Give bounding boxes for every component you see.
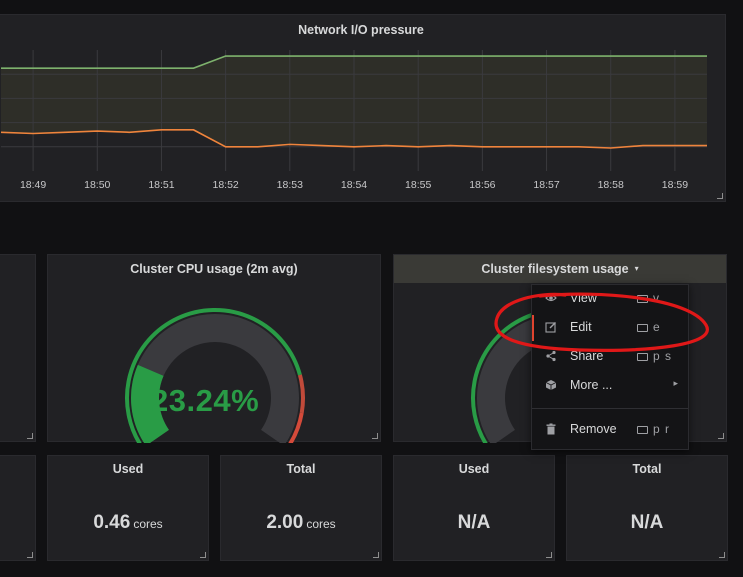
stat-value: 0.46 cores: [48, 512, 208, 534]
cpu-usage-panel: Cluster CPU usage (2m avg) 23.24%: [47, 254, 381, 443]
stat-panel-fs-used: Used N/A: [393, 455, 555, 561]
stat-title[interactable]: Total: [221, 462, 381, 476]
panel-resize-handle[interactable]: [546, 552, 552, 558]
chart-tick-label: 18:55: [405, 179, 431, 191]
shortcut-keys: e: [653, 320, 661, 334]
panel-resize-handle[interactable]: [200, 552, 206, 558]
stat-title[interactable]: Used: [48, 462, 208, 476]
menu-item-view[interactable]: View v: [532, 286, 688, 312]
menu-item-edit[interactable]: Edit e: [532, 315, 688, 341]
gauge-threshold-warn: [297, 374, 305, 414]
chart-tick-label: 18:54: [341, 179, 367, 191]
chart-tick-label: 18:59: [662, 179, 688, 191]
menu-item-share[interactable]: Share p s: [532, 344, 688, 370]
edit-icon: [545, 322, 556, 333]
menu-item-label: Edit: [570, 320, 592, 334]
eye-icon: [545, 294, 557, 302]
keyboard-icon: [637, 426, 648, 434]
stat-panel-cpu-total: Total 2.00 cores: [220, 455, 382, 561]
chart-tick-label: 18:58: [598, 179, 624, 191]
panel-resize-handle[interactable]: [27, 552, 33, 558]
menu-item-more[interactable]: More ... ▸: [532, 373, 688, 399]
panel-resize-handle[interactable]: [717, 193, 723, 199]
cpu-gauge-value: 23.24%: [151, 383, 260, 418]
menu-item-label: View: [570, 291, 597, 305]
stat-number: N/A: [457, 512, 491, 533]
stat-unit: cores: [306, 517, 336, 531]
stat-unit: cores: [133, 517, 163, 531]
chart-tick-label: 18:57: [533, 179, 559, 191]
menu-item-shortcut: p s: [637, 349, 672, 363]
keyboard-icon: [637, 324, 648, 332]
panel-resize-handle[interactable]: [373, 552, 379, 558]
network-io-chart[interactable]: 18:49 18:50 18:51 18:52 18:53 18:54 18:55 18:56…: [1, 45, 707, 195]
stat-number: 2.00: [266, 512, 304, 533]
menu-item-shortcut: v: [637, 291, 660, 305]
network-io-title[interactable]: Network I/O pressure: [0, 23, 725, 37]
shortcut-keys: v: [653, 291, 660, 305]
keyboard-icon: [637, 295, 648, 303]
chart-tick-label: 18:52: [212, 179, 238, 191]
chart-tick-label: 18:51: [148, 179, 174, 191]
stat-title[interactable]: Used: [394, 462, 554, 476]
menu-item-highlight-bar: [532, 315, 534, 341]
chevron-right-icon: ▸: [673, 378, 678, 388]
stat-value: 2.00 cores: [221, 512, 381, 534]
network-io-panel: Network I/O pressure 18:49 18:50 18:51 18:5…: [0, 14, 726, 202]
panel-context-menu: View v Edit e Share p s More ... ▸ Remov…: [531, 284, 689, 450]
stat-panel-cpu-used: Used 0.46 cores: [47, 455, 209, 561]
stat-panel-fs-total: Total N/A: [566, 455, 728, 561]
panel-resize-handle[interactable]: [27, 433, 33, 439]
stat-number: 0.46: [93, 512, 131, 533]
panel-resize-handle[interactable]: [719, 552, 725, 558]
chart-tick-label: 18:50: [84, 179, 110, 191]
share-icon: [546, 350, 556, 362]
menu-divider: [532, 408, 688, 409]
menu-item-label: Share: [570, 349, 604, 363]
stat-value: N/A: [567, 512, 727, 534]
menu-item-shortcut: p r: [637, 422, 670, 436]
shortcut-keys: p s: [653, 349, 673, 363]
stat-panel-left-partial: [0, 455, 36, 561]
chart-tick-label: 18:56: [469, 179, 495, 191]
shortcut-keys: p r: [653, 422, 671, 436]
chart-tick-label: 18:53: [277, 179, 303, 191]
stat-number: N/A: [630, 512, 664, 533]
stat-title[interactable]: Total: [567, 462, 727, 476]
left-partial-panel: [0, 254, 36, 442]
chart-tick-label: 18:49: [20, 179, 46, 191]
stat-value: N/A: [394, 512, 554, 534]
menu-item-remove[interactable]: Remove p r: [532, 417, 688, 443]
cube-icon: [545, 380, 557, 390]
trash-icon: [546, 423, 556, 435]
menu-item-label: Remove: [570, 422, 617, 436]
panel-resize-handle[interactable]: [718, 433, 724, 439]
panel-resize-handle[interactable]: [372, 433, 378, 439]
menu-item-label: More ...: [570, 378, 613, 392]
keyboard-icon: [637, 353, 648, 361]
menu-item-shortcut: e: [637, 320, 661, 334]
